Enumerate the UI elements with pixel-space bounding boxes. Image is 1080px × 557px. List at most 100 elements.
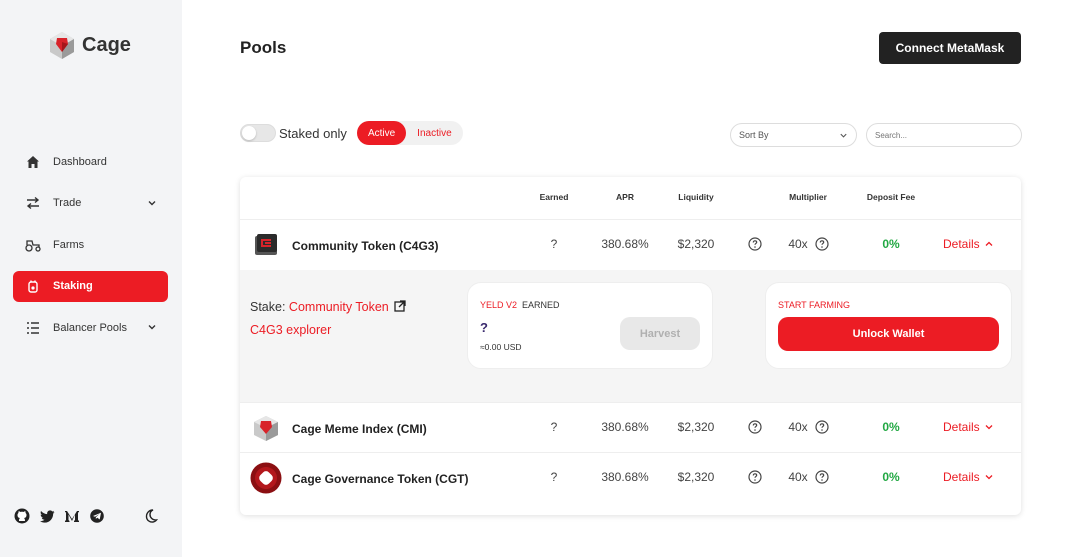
help-icon[interactable] bbox=[748, 470, 762, 484]
sidebar-item-label: Staking bbox=[53, 280, 93, 292]
swap-icon bbox=[25, 195, 41, 211]
earned-value: ? bbox=[550, 420, 558, 434]
details-toggle[interactable]: Details bbox=[943, 470, 994, 484]
deposit-fee-value: 0% bbox=[882, 237, 900, 251]
staking-icon bbox=[25, 278, 41, 294]
sidebar: Cage Dashboard Trade Farms Staking Balan… bbox=[0, 0, 182, 557]
apr-value: 380.68% bbox=[601, 420, 649, 434]
inactive-tab[interactable]: Inactive bbox=[406, 121, 462, 145]
liquidity-value: $2,320 bbox=[677, 237, 715, 251]
token-name: Cage Governance Token (CGT) bbox=[292, 472, 469, 486]
active-tab[interactable]: Active bbox=[356, 121, 407, 145]
earned-value: ? bbox=[550, 470, 558, 484]
logo[interactable]: Cage bbox=[48, 30, 131, 60]
multiplier-value: 40x bbox=[788, 237, 808, 251]
earned-caption: EARNED bbox=[522, 300, 560, 310]
cage-governance-token-icon bbox=[250, 462, 282, 494]
medium-icon[interactable] bbox=[64, 508, 80, 524]
details-toggle[interactable]: Details bbox=[943, 420, 994, 434]
sidebar-item-dashboard[interactable]: Dashboard bbox=[13, 146, 168, 177]
earned-label: YELD V2 EARNED bbox=[480, 300, 560, 310]
earned-usd: ≈0.00 USD bbox=[480, 342, 522, 352]
earned-value: ? bbox=[550, 237, 558, 251]
cage-meme-index-icon bbox=[254, 416, 278, 441]
details-toggle[interactable]: Details bbox=[943, 237, 994, 251]
column-header-apr: APR bbox=[616, 192, 634, 202]
sidebar-item-label: Balancer Pools bbox=[53, 321, 127, 334]
sidebar-item-label: Dashboard bbox=[53, 155, 107, 168]
farming-card: START FARMING Unlock Wallet bbox=[765, 282, 1012, 369]
sidebar-item-label: Trade bbox=[53, 197, 82, 209]
table-row[interactable]: Community Token (C4G3) ? 380.68% $2,320 … bbox=[240, 220, 1021, 270]
deposit-fee-value: 0% bbox=[882, 420, 900, 434]
details-label: Details bbox=[943, 470, 980, 484]
help-icon[interactable] bbox=[815, 420, 829, 434]
details-label: Details bbox=[943, 420, 980, 434]
sidebar-item-label: Farms bbox=[53, 238, 85, 251]
earned-amount: ? bbox=[480, 320, 488, 335]
tractor-icon bbox=[25, 237, 41, 253]
help-icon[interactable] bbox=[815, 470, 829, 484]
stake-token-link[interactable]: Community Token bbox=[289, 300, 389, 314]
filter-bar: Staked only Active Inactive bbox=[240, 121, 463, 145]
external-link-icon[interactable] bbox=[394, 300, 406, 312]
expanded-pool-details: Stake: Community Token C4G3 explorer YEL… bbox=[240, 270, 1021, 402]
token-name: Cage Meme Index (CMI) bbox=[292, 422, 427, 436]
github-icon[interactable] bbox=[14, 508, 30, 524]
details-label: Details bbox=[943, 237, 980, 251]
page-title: Pools bbox=[240, 38, 287, 57]
sidebar-nav: Dashboard Trade Farms Staking Balancer P… bbox=[13, 146, 168, 354]
sidebar-item-balancer-pools[interactable]: Balancer Pools bbox=[13, 312, 168, 343]
table-row[interactable]: Cage Governance Token (CGT) ? 380.68% $2… bbox=[240, 452, 1021, 502]
multiplier-value: 40x bbox=[788, 470, 808, 484]
search-input[interactable] bbox=[866, 123, 1022, 147]
column-header-liquidity: Liquidity bbox=[678, 192, 714, 202]
sidebar-item-trade[interactable]: Trade bbox=[13, 188, 168, 219]
help-icon[interactable] bbox=[748, 420, 762, 434]
social-links bbox=[14, 508, 105, 524]
staked-only-label: Staked only bbox=[279, 125, 347, 141]
apr-value: 380.68% bbox=[601, 237, 649, 251]
active-inactive-switch: Active Inactive bbox=[356, 121, 463, 145]
column-header-multiplier: Multiplier bbox=[789, 192, 827, 202]
token-name: Community Token (C4G3) bbox=[292, 239, 439, 253]
telegram-icon[interactable] bbox=[89, 508, 105, 524]
staked-only-toggle[interactable] bbox=[240, 124, 276, 142]
table-header: Earned APR Liquidity Multiplier Deposit … bbox=[240, 177, 1021, 220]
help-icon[interactable] bbox=[748, 237, 762, 251]
harvest-button[interactable]: Harvest bbox=[620, 317, 700, 350]
sidebar-item-farms[interactable]: Farms bbox=[13, 229, 168, 260]
apr-value: 380.68% bbox=[601, 470, 649, 484]
chevron-down-icon bbox=[148, 200, 156, 205]
unlock-wallet-button[interactable]: Unlock Wallet bbox=[778, 317, 999, 351]
earned-token: YELD V2 bbox=[480, 300, 518, 310]
explorer-link[interactable]: C4G3 explorer bbox=[250, 323, 331, 337]
start-farming-label: START FARMING bbox=[778, 300, 851, 310]
sort-label: Sort By bbox=[739, 130, 769, 140]
cage-logo-icon bbox=[50, 32, 74, 59]
chevron-down-icon bbox=[148, 325, 156, 330]
chevron-down-icon bbox=[985, 475, 993, 480]
list-icon bbox=[25, 320, 41, 336]
multiplier-value: 40x bbox=[788, 420, 808, 434]
chevron-down-icon bbox=[985, 425, 993, 430]
help-icon[interactable] bbox=[815, 237, 829, 251]
stake-prefix: Stake: bbox=[250, 300, 286, 314]
column-header-deposit-fee: Deposit Fee bbox=[866, 192, 916, 202]
column-header-earned: Earned bbox=[539, 192, 569, 202]
moon-icon[interactable] bbox=[143, 508, 159, 524]
deposit-fee-value: 0% bbox=[882, 470, 900, 484]
app-name: Cage bbox=[82, 33, 131, 56]
connect-metamask-button[interactable]: Connect MetaMask bbox=[879, 32, 1021, 64]
chevron-down-icon bbox=[840, 133, 847, 138]
stake-line: Stake: Community Token bbox=[250, 300, 406, 314]
twitter-icon[interactable] bbox=[39, 508, 55, 524]
community-token-icon bbox=[255, 234, 277, 255]
liquidity-value: $2,320 bbox=[677, 420, 715, 434]
sidebar-item-staking[interactable]: Staking bbox=[13, 270, 168, 302]
table-row[interactable]: Cage Meme Index (CMI) ? 380.68% $2,320 4… bbox=[240, 402, 1021, 452]
earned-card: YELD V2 EARNED ? ≈0.00 USD Harvest bbox=[467, 282, 713, 369]
liquidity-value: $2,320 bbox=[677, 470, 715, 484]
pools-table: Earned APR Liquidity Multiplier Deposit … bbox=[240, 177, 1021, 515]
sort-select[interactable]: Sort By bbox=[730, 123, 857, 147]
